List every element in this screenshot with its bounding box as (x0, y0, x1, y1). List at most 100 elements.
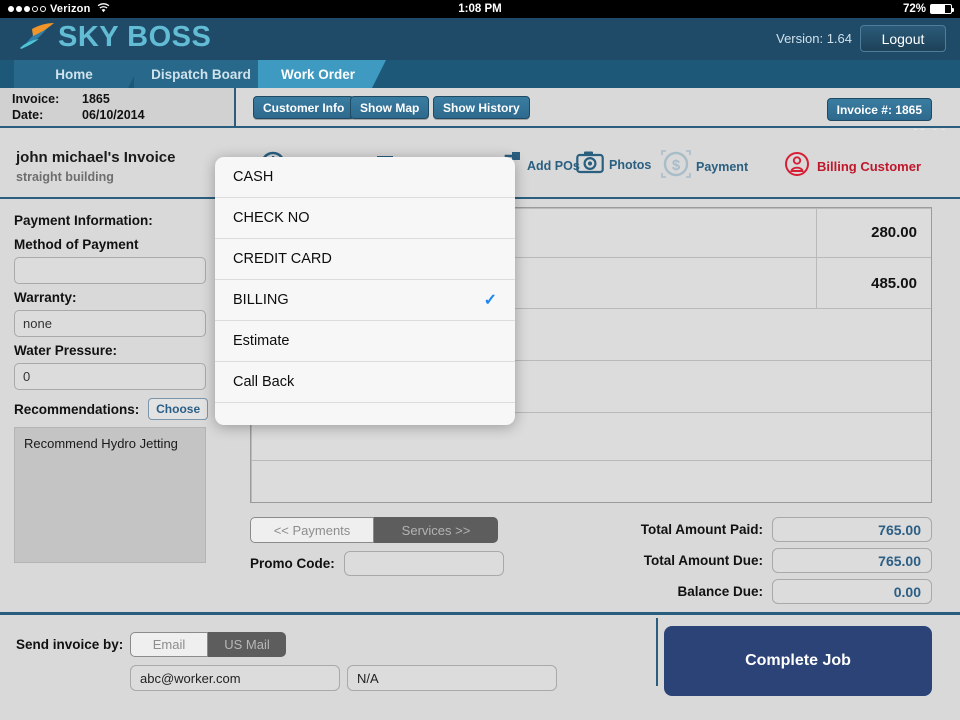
date-value: 06/10/2014 (82, 107, 145, 123)
tab-work-order[interactable]: Work Order (258, 60, 386, 88)
person-circle-icon (782, 150, 812, 183)
date-key: Date: (12, 107, 82, 123)
payment-information-panel: Payment Information: Method of Payment W… (0, 199, 222, 612)
choose-button[interactable]: Choose (148, 398, 208, 420)
table-cell-amount (817, 413, 931, 460)
table-cell-amount (817, 309, 931, 360)
table-cell-amount (817, 461, 931, 502)
promo-code-label: Promo Code: (250, 556, 335, 571)
popover-item-label: CASH (233, 169, 273, 185)
email-segment[interactable]: Email (130, 632, 208, 657)
add-pos-label: Add POs (527, 159, 580, 173)
footer-bar: Send invoice by: Email US Mail abc@worke… (0, 612, 960, 720)
send-invoice-by-label: Send invoice by: (16, 637, 123, 652)
promo-code-input[interactable] (344, 551, 504, 576)
customer-info-button[interactable]: Customer Info (253, 96, 354, 119)
skyboss-logo-icon (16, 20, 56, 54)
total-amount-due-row: Total Amount Due: 765.00 (641, 548, 932, 573)
popover-item-call-back[interactable]: Call Back (215, 362, 515, 403)
method-of-payment-label: Method of Payment (14, 237, 208, 252)
show-history-button[interactable]: Show History (433, 96, 530, 119)
brand-header: SKY BOSS Version: 1.64 Logout (0, 18, 960, 60)
total-amount-due-label: Total Amount Due: (644, 553, 763, 568)
email-address-input[interactable]: abc@worker.com (130, 665, 340, 691)
invoice-value: 1865 (82, 91, 110, 107)
total-amount-due-value[interactable]: 765.00 (772, 548, 932, 573)
totals-panel: Total Amount Paid: 765.00 Total Amount D… (641, 517, 932, 610)
popover-item-estimate[interactable]: Estimate (215, 321, 515, 362)
invoice-action-bar: Invoice: 1865 Date: 06/10/2014 Customer … (0, 88, 960, 128)
tab-home[interactable]: Home (14, 60, 142, 88)
camera-icon (576, 150, 604, 179)
warranty-label: Warranty: (14, 290, 208, 305)
popover-item-check-no[interactable]: CHECK NO (215, 198, 515, 239)
complete-job-button[interactable]: Complete Job (664, 626, 932, 696)
battery-icon (930, 4, 952, 14)
table-cell-amount: 280.00 (817, 208, 931, 257)
popover-item-label: CHECK NO (233, 210, 310, 226)
usmail-segment[interactable]: US Mail (208, 632, 286, 657)
tab-work-order-label: Work Order (281, 67, 363, 82)
popover-item-label: Estimate (233, 333, 289, 349)
billing-customer-label: Billing Customer (817, 159, 921, 174)
battery-percent-label: 72% (903, 3, 926, 15)
services-segment[interactable]: Services >> (374, 517, 498, 543)
balance-due-value[interactable]: 0.00 (772, 579, 932, 604)
version-label: Version: 1.64 (776, 31, 852, 46)
main-tab-bar: Home Dispatch Board Work Order Sync at: … (0, 60, 960, 88)
app-root: Verizon 1:08 PM 72% (0, 0, 960, 720)
popover-item-label: BILLING (233, 292, 289, 308)
tab-dispatch-board-label: Dispatch Board (151, 67, 259, 82)
balance-due-row: Balance Due: 0.00 (641, 579, 932, 604)
send-method-segmented-control: Email US Mail (130, 632, 286, 657)
popover-item-billing[interactable]: BILLING ✓ (215, 280, 515, 321)
footer-divider (656, 618, 658, 686)
water-pressure-input[interactable]: 0 (14, 363, 206, 390)
payment-method-popover: CASH CHECK NO CREDIT CARD BILLING ✓ Esti… (215, 157, 515, 425)
table-cell-amount: 485.00 (817, 258, 931, 308)
logout-button[interactable]: Logout (860, 25, 946, 52)
total-amount-paid-label: Total Amount Paid: (641, 522, 763, 537)
invoice-number-badge[interactable]: Invoice #: 1865 (827, 98, 932, 121)
mailing-address-input[interactable]: N/A (347, 665, 557, 691)
popover-item-credit-card[interactable]: CREDIT CARD (215, 239, 515, 280)
show-map-button[interactable]: Show Map (350, 96, 429, 119)
payment-information-heading: Payment Information: (14, 213, 208, 228)
customer-invoice-subtitle: straight building (16, 170, 114, 184)
warranty-input[interactable]: none (14, 310, 206, 337)
method-of-payment-input[interactable] (14, 257, 206, 284)
invoice-key: Invoice: (12, 91, 82, 107)
popover-item-label: CREDIT CARD (233, 251, 332, 267)
invoice-summary: Invoice: 1865 Date: 06/10/2014 (0, 88, 236, 126)
recommendations-textarea[interactable]: Recommend Hydro Jetting (14, 427, 206, 563)
status-bar-right: 72% (903, 3, 952, 15)
table-cell-amount (817, 361, 931, 412)
water-pressure-label: Water Pressure: (14, 343, 208, 358)
table-cell-description (251, 461, 817, 502)
payments-services-segmented-control: << Payments Services >> (250, 517, 498, 543)
photos-item[interactable]: Photos (576, 150, 651, 179)
logo-text: SKY BOSS (58, 21, 211, 54)
tab-home-label: Home (55, 67, 101, 82)
popover-item-cash[interactable]: CASH (215, 157, 515, 198)
ios-status-bar: Verizon 1:08 PM 72% (0, 0, 960, 18)
svg-text:$: $ (672, 157, 681, 174)
customer-invoice-title: john michael's Invoice (16, 149, 175, 166)
payments-segment[interactable]: << Payments (250, 517, 374, 543)
payment-item[interactable]: $ Payment (661, 150, 748, 183)
billing-customer-item[interactable]: Billing Customer (782, 150, 921, 183)
recommendations-row: Recommendations: Choose (14, 398, 208, 420)
popover-item-label: Call Back (233, 374, 294, 390)
photos-label: Photos (609, 158, 651, 172)
dollar-icon: $ (661, 150, 691, 183)
total-amount-paid-value[interactable]: 765.00 (772, 517, 932, 542)
tab-dispatch-board[interactable]: Dispatch Board (134, 60, 276, 88)
recommendations-label: Recommendations: (14, 402, 139, 417)
balance-due-label: Balance Due: (677, 584, 763, 599)
total-amount-paid-row: Total Amount Paid: 765.00 (641, 517, 932, 542)
table-row[interactable] (251, 461, 931, 502)
checkmark-icon: ✓ (484, 290, 497, 310)
promo-code-row: Promo Code: (250, 551, 504, 576)
logo: SKY BOSS (16, 20, 211, 54)
status-bar-time: 1:08 PM (0, 3, 960, 15)
